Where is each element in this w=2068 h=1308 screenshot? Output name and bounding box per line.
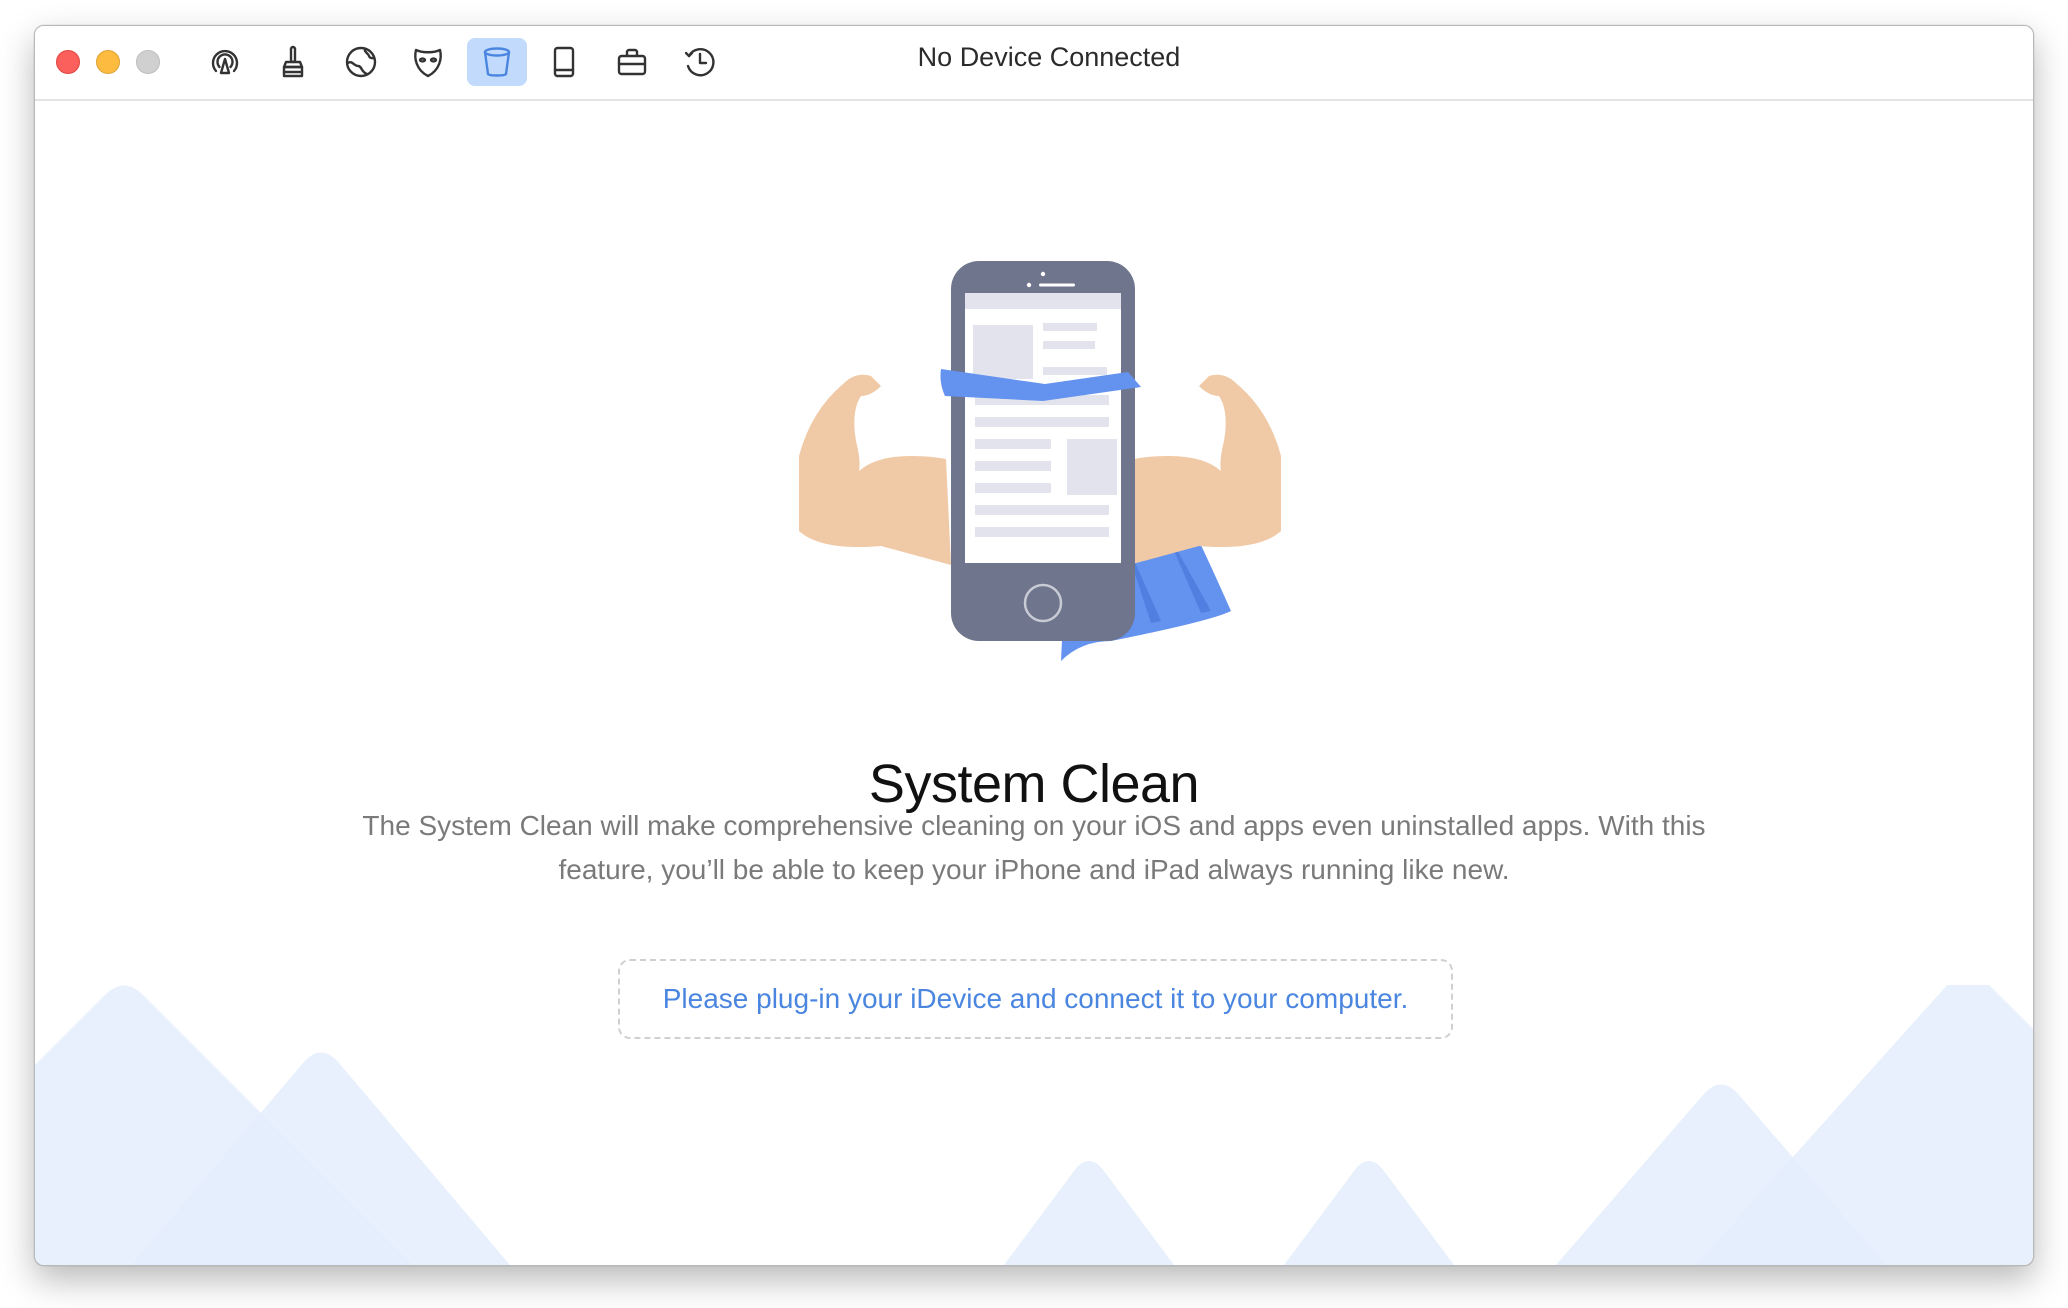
- right-arm: [1129, 374, 1281, 565]
- feature-description: The System Clean will make comprehensive…: [362, 810, 1706, 885]
- main-content: System Clean The System Clean will make …: [35, 101, 2033, 1265]
- app-window: No Device Connected System Clean The Sys…: [34, 25, 2034, 1266]
- connect-prompt-text: Please plug-in your iDevice and connect …: [662, 983, 1409, 1014]
- phone-hero-illustration: [799, 261, 1281, 661]
- window-title: No Device Connected: [917, 42, 1181, 72]
- title-bar: No Device Connected: [35, 26, 2033, 101]
- connect-device-prompt: Please plug-in your iDevice and connect …: [618, 959, 1453, 1039]
- mountain-mid-2: [1284, 1161, 1454, 1265]
- left-arm: [799, 374, 951, 565]
- mountain-mid-1: [1004, 1161, 1174, 1265]
